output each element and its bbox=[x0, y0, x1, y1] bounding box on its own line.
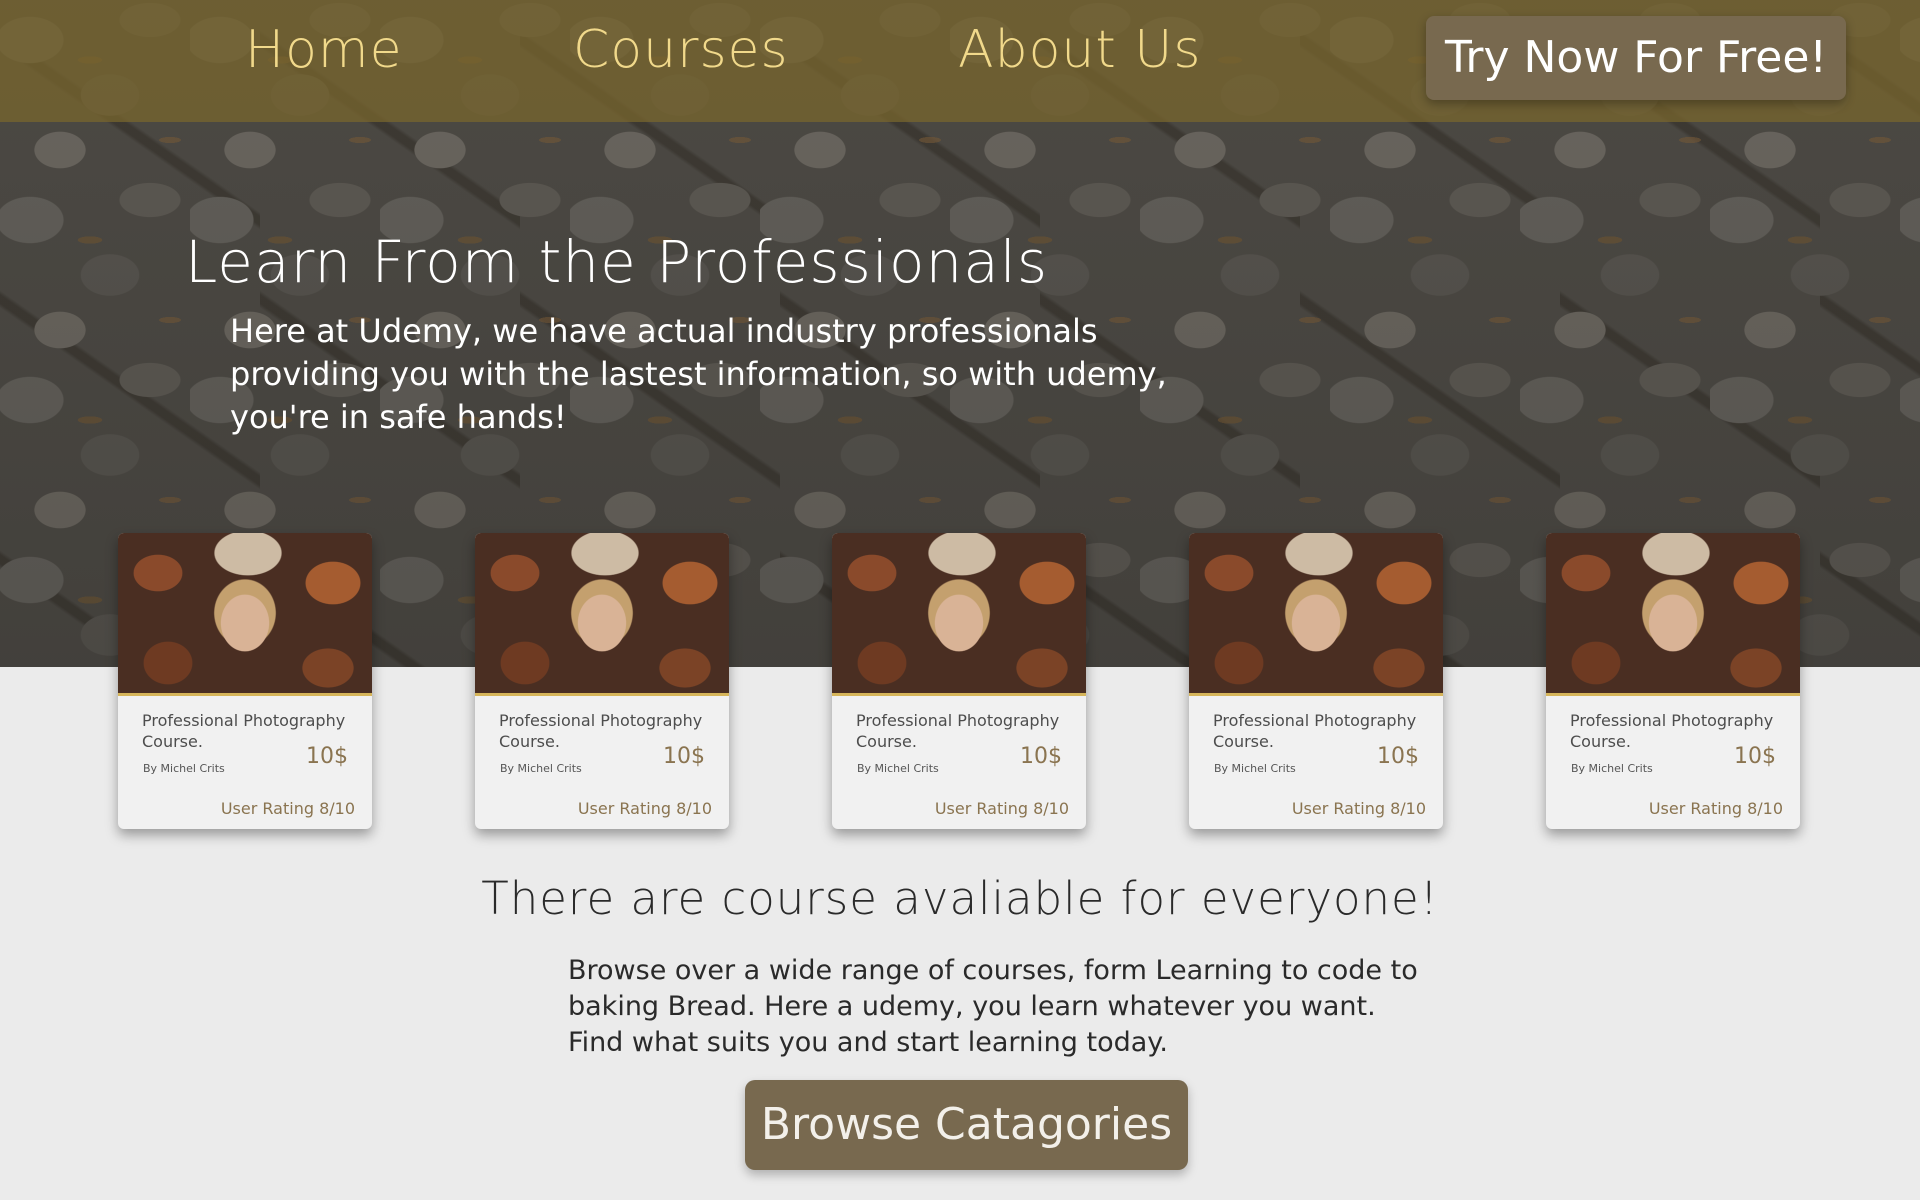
try-now-button[interactable]: Try Now For Free! bbox=[1426, 16, 1846, 100]
hero-description: Here at Udemy, we have actual industry p… bbox=[230, 312, 1167, 436]
nav-link-home[interactable]: Home bbox=[245, 20, 403, 80]
course-rating: User Rating 8/10 bbox=[220, 799, 355, 818]
top-navigation: Home Courses About Us Try Now For Free! bbox=[0, 0, 1920, 122]
course-card[interactable]: Professional Photography Course. By Mich… bbox=[1189, 533, 1443, 829]
course-author: By Michel Crits bbox=[143, 762, 225, 775]
course-price: 10$ bbox=[663, 744, 705, 769]
course-card[interactable]: Professional Photography Course. By Mich… bbox=[832, 533, 1086, 829]
course-rating: User Rating 8/10 bbox=[1648, 799, 1783, 818]
course-card[interactable]: Professional Photography Course. By Mich… bbox=[118, 533, 372, 829]
course-thumbnail bbox=[118, 533, 372, 696]
course-card[interactable]: Professional Photography Course. By Mich… bbox=[475, 533, 729, 829]
course-price: 10$ bbox=[1020, 744, 1062, 769]
browse-categories-button[interactable]: Browse Catagories bbox=[745, 1080, 1188, 1170]
course-thumbnail bbox=[832, 533, 1086, 696]
course-thumbnail bbox=[1189, 533, 1443, 696]
nav-link-about-us[interactable]: About Us bbox=[958, 20, 1201, 80]
course-rating: User Rating 8/10 bbox=[577, 799, 712, 818]
course-rating: User Rating 8/10 bbox=[934, 799, 1069, 818]
course-thumbnail bbox=[1546, 533, 1800, 696]
course-card[interactable]: Professional Photography Course. By Mich… bbox=[1546, 533, 1800, 829]
section-title: There are course avaliable for everyone! bbox=[481, 872, 1439, 925]
course-author: By Michel Crits bbox=[857, 762, 939, 775]
course-price: 10$ bbox=[1377, 744, 1419, 769]
nav-link-courses[interactable]: Courses bbox=[573, 20, 789, 80]
hero-title: Learn From the Professionals bbox=[185, 228, 1049, 296]
course-author: By Michel Crits bbox=[1214, 762, 1296, 775]
course-author: By Michel Crits bbox=[1571, 762, 1653, 775]
course-thumbnail bbox=[475, 533, 729, 696]
course-price: 10$ bbox=[306, 744, 348, 769]
course-price: 10$ bbox=[1734, 744, 1776, 769]
course-rating: User Rating 8/10 bbox=[1291, 799, 1426, 818]
course-author: By Michel Crits bbox=[500, 762, 582, 775]
section-description: Browse over a wide range of courses, for… bbox=[568, 955, 1418, 1058]
